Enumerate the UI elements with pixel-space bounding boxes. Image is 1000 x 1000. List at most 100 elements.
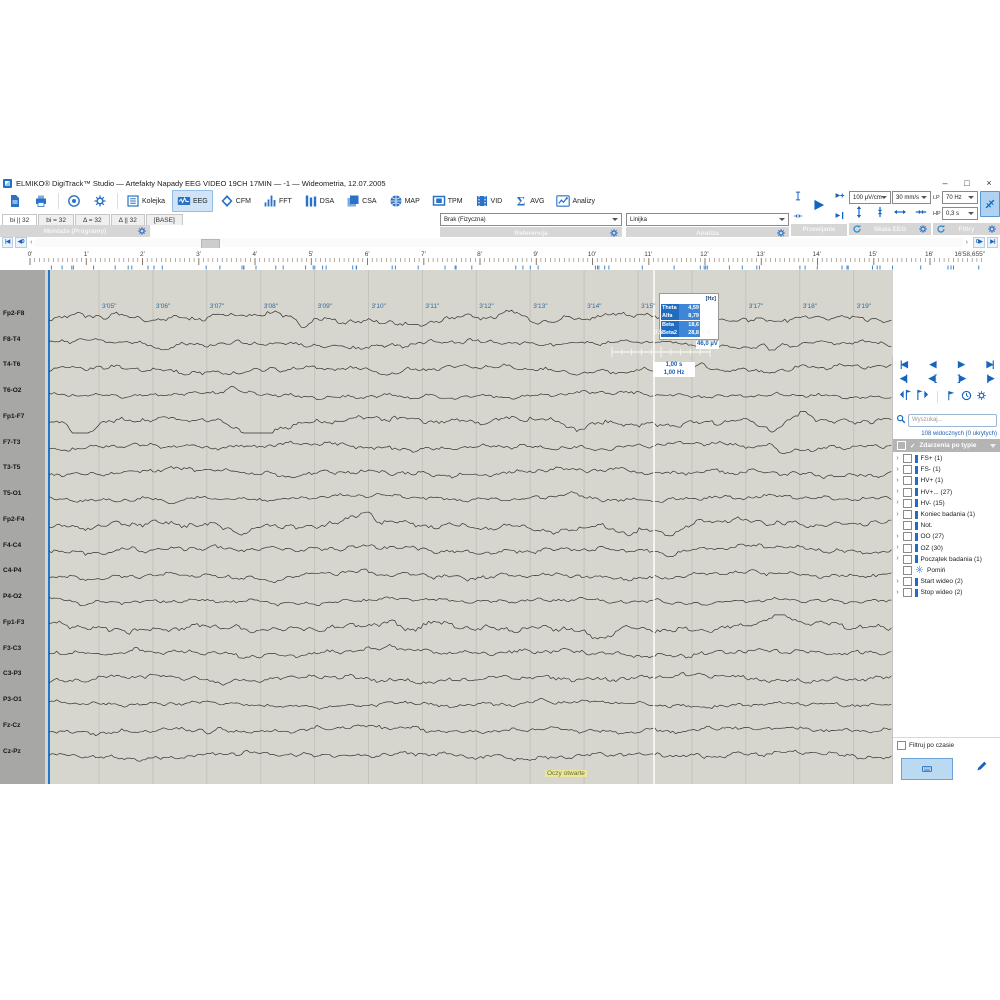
event-checkbox[interactable] [903,532,912,541]
play-add-icon[interactable] [834,188,845,206]
filter-by-time-checkbox[interactable] [897,741,906,750]
event-type-row[interactable]: ›Stop wideo (2) [893,587,1000,598]
sort-icon[interactable] [990,444,996,448]
tool-button-dsa[interactable]: DSA [299,190,339,212]
expander-icon[interactable]: › [895,555,900,563]
scroll-right-icon[interactable]: › [966,239,968,246]
event-checkbox[interactable] [903,521,912,530]
tool-button-tpm[interactable]: TPM [427,190,468,212]
tool-button-fft[interactable]: FFT [258,190,297,212]
print-button[interactable] [29,190,53,212]
event-type-row[interactable]: ›Początek badania (1) [893,554,1000,565]
tool-button-csa[interactable]: CSA [341,190,381,212]
settings-icon[interactable] [976,388,987,406]
expander-icon[interactable]: › [895,578,900,586]
montage-tab[interactable]: bi = 32 [38,214,74,225]
minimize-button[interactable]: – [934,178,956,188]
referencja-select[interactable]: Brak (Fizyczna) [440,213,622,226]
text-cursor-icon[interactable] [793,188,803,206]
tool-button-cfm[interactable]: CFM [215,190,256,212]
tool-button-eeg[interactable]: EEG [172,190,213,212]
clock-icon[interactable] [961,388,972,406]
view-button[interactable] [62,190,86,212]
flag-icon[interactable] [946,388,957,406]
eeg-canvas[interactable]: 3'05"3'06"3'07"3'08"3'09"3'10"3'11"3'12"… [45,270,893,784]
expander-icon[interactable]: › [895,466,900,474]
filter-toggle-button[interactable] [980,191,1000,217]
tool-button-avg[interactable]: ΣAVG [509,190,549,212]
new-document-button[interactable] [3,190,27,212]
event-last-button[interactable]: |▶ [987,372,993,384]
event-checkbox[interactable] [903,465,912,474]
select-all-checkbox[interactable] [897,441,906,450]
expander-icon[interactable]: › [895,533,900,541]
event-type-row[interactable]: ›Start wideo (2) [893,576,1000,587]
event-checkbox[interactable] [903,544,912,553]
event-next-button[interactable]: ]▶ [958,372,965,384]
event-type-row[interactable]: ›FS- (1) [893,464,1000,475]
speed-select[interactable]: 30 mm/s [892,191,931,204]
maximize-button[interactable]: □ [956,178,978,188]
close-button[interactable]: × [978,178,1000,188]
expander-icon[interactable]: › [895,499,900,507]
event-checkbox[interactable] [903,566,912,575]
page-prev-button[interactable]: ◀ [930,358,935,370]
expander-icon[interactable]: › [895,544,900,552]
compress-vertical-icon[interactable] [874,205,886,223]
event-checkbox[interactable] [903,577,912,586]
tool-button-map[interactable]: MAP [384,190,425,212]
event-type-row[interactable]: ›FS+ (1) [893,453,1000,464]
expander-icon[interactable]: › [895,455,900,463]
page-last-button[interactable]: ▶| [987,358,993,370]
settings-button[interactable] [88,190,112,212]
play-icon[interactable] [811,197,827,218]
event-type-row[interactable]: ›OZ (30) [893,543,1000,554]
event-type-row[interactable]: ›HV+ (1) [893,475,1000,486]
expander-icon[interactable]: › [895,488,900,496]
expander-icon[interactable]: › [895,477,900,485]
flag-next-icon[interactable] [916,388,929,406]
amplitude-select[interactable]: 100 µV/cm [849,191,891,204]
hp-filter-select[interactable]: 0,3 s [942,207,978,220]
edit-pencil-icon[interactable] [975,760,988,778]
event-checkbox[interactable] [903,555,912,564]
tool-button-vid[interactable]: VID [470,190,508,212]
montage-tab[interactable]: [BASE] [146,214,183,225]
event-checkbox[interactable] [903,488,912,497]
expander-icon[interactable]: › [895,589,900,597]
montage-tab[interactable]: Δ = 32 [75,214,110,225]
gear-icon[interactable] [918,224,928,236]
event-first-button[interactable]: ◀| [900,372,906,384]
gear-icon[interactable] [987,224,997,236]
page-first-button[interactable]: |◀ [900,358,906,370]
event-type-row[interactable]: Pomiń [893,565,1000,576]
event-checkbox[interactable] [903,499,912,508]
expander-icon[interactable]: › [895,511,900,519]
compress-horizontal-icon[interactable] [915,205,927,223]
event-type-row[interactable]: ›HV+... (27) [893,487,1000,498]
analiza-select[interactable]: Linijka [626,213,789,226]
flag-prev-icon[interactable] [899,388,912,406]
go-start-button[interactable]: |◀ [2,237,13,248]
event-checkbox[interactable] [903,588,912,597]
scrollbar-thumb[interactable] [201,239,220,249]
page-left-button[interactable]: ◀0 [15,237,27,248]
refresh-icon[interactable] [936,224,946,236]
lp-filter-select[interactable]: 70 Hz [942,191,978,204]
expand-vertical-icon[interactable] [853,205,865,223]
refresh-icon[interactable] [852,224,862,236]
keyboard-button[interactable] [901,758,953,780]
montage-tab[interactable]: bi || 32 [2,214,37,225]
event-type-row[interactable]: Not. [893,520,1000,531]
events-header[interactable]: ✓ Zdarzenia po typie [893,439,1000,452]
event-prev-button[interactable]: ◀[ [929,372,936,384]
page-next-button[interactable]: ▶ [958,358,963,370]
go-end-button[interactable]: ▶| [987,237,998,248]
page-right-button[interactable]: 0▶ [973,237,985,248]
search-input[interactable]: Wyszukaj... [908,414,997,427]
event-type-row[interactable]: ›HV- (15) [893,498,1000,509]
tool-button-kolejka[interactable]: Kolejka [121,190,170,212]
event-checkbox[interactable] [903,510,912,519]
event-checkbox[interactable] [903,476,912,485]
scrollbar-track[interactable] [35,238,962,247]
